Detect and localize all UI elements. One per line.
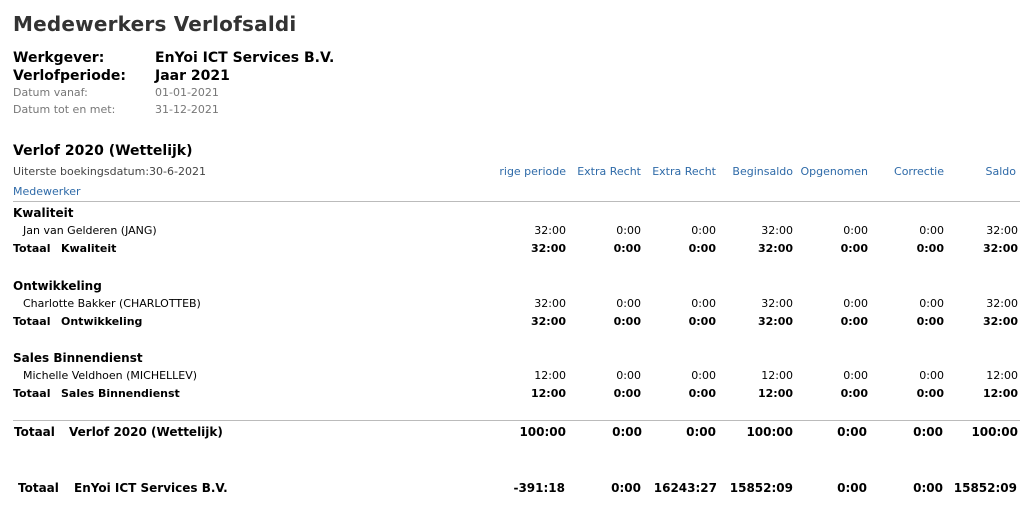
column-header-saldo: Saldo bbox=[985, 165, 1017, 178]
group-total-label: Totaal bbox=[13, 242, 51, 255]
datum-tot-value: 31-12-2021 bbox=[155, 103, 219, 116]
total-beginsaldo: 32:00 bbox=[757, 242, 793, 255]
section-total-correctie: 0:00 bbox=[913, 425, 943, 439]
employee-name: Charlotte Bakker (CHARLOTTEB) bbox=[23, 297, 201, 310]
werkgever-label: Werkgever: bbox=[13, 50, 105, 66]
total-opgenomen: 0:00 bbox=[840, 242, 868, 255]
column-header-vorige-periode: rige periode bbox=[499, 165, 566, 178]
section-title: Verlof 2020 (Wettelijk) bbox=[13, 143, 193, 159]
grand-total-saldo: 15852:09 bbox=[953, 481, 1017, 495]
group-total-label: Totaal bbox=[13, 315, 51, 328]
cell-vorige-periode: 12:00 bbox=[534, 369, 566, 382]
employee-name: Michelle Veldhoen (MICHELLEV) bbox=[23, 369, 198, 382]
total-vorige-periode: 32:00 bbox=[530, 315, 566, 328]
section-total-name: Verlof 2020 (Wettelijk) bbox=[69, 425, 223, 439]
cell-correctie: 0:00 bbox=[919, 224, 944, 237]
total-extra-recht-1: 0:00 bbox=[613, 387, 641, 400]
column-header-opgenomen: Opgenomen bbox=[800, 165, 868, 178]
header-divider bbox=[13, 201, 1020, 202]
section-total-opgenomen: 0:00 bbox=[837, 425, 867, 439]
grand-total-extra-recht-2: 16243:27 bbox=[653, 481, 717, 495]
group-title: Kwaliteit bbox=[13, 206, 74, 220]
total-extra-recht-2: 0:00 bbox=[688, 387, 716, 400]
group-title: Ontwikkeling bbox=[13, 279, 102, 293]
datum-vanaf-value: 01-01-2021 bbox=[155, 86, 219, 99]
cell-extra-recht-1: 0:00 bbox=[616, 369, 641, 382]
grand-total-label: Totaal bbox=[18, 481, 59, 495]
total-extra-recht-1: 0:00 bbox=[613, 242, 641, 255]
total-beginsaldo: 32:00 bbox=[757, 315, 793, 328]
cell-saldo: 12:00 bbox=[986, 369, 1018, 382]
cell-extra-recht-1: 0:00 bbox=[616, 297, 641, 310]
section-total-saldo: 100:00 bbox=[971, 425, 1018, 439]
section-total-label: Totaal bbox=[14, 425, 55, 439]
cell-extra-recht-2: 0:00 bbox=[691, 297, 716, 310]
cell-beginsaldo: 32:00 bbox=[761, 297, 793, 310]
total-correctie: 0:00 bbox=[916, 315, 944, 328]
section-total-divider bbox=[13, 420, 1020, 421]
group-title: Sales Binnendienst bbox=[13, 351, 143, 365]
section-total-extra-recht-2: 0:00 bbox=[686, 425, 716, 439]
werkgever-value: EnYoi ICT Services B.V. bbox=[155, 50, 335, 66]
total-vorige-periode: 12:00 bbox=[530, 387, 566, 400]
total-extra-recht-2: 0:00 bbox=[688, 242, 716, 255]
cell-extra-recht-1: 0:00 bbox=[616, 224, 641, 237]
cell-correctie: 0:00 bbox=[919, 369, 944, 382]
section-total-vorige-periode: 100:00 bbox=[519, 425, 566, 439]
group-total-name: Kwaliteit bbox=[61, 242, 117, 255]
column-header-extra-recht-1: Extra Recht bbox=[577, 165, 641, 178]
datum-tot-label: Datum tot en met: bbox=[13, 103, 116, 116]
total-extra-recht-1: 0:00 bbox=[613, 315, 641, 328]
cell-vorige-periode: 32:00 bbox=[534, 297, 566, 310]
column-header-extra-recht-2: Extra Recht bbox=[652, 165, 716, 178]
cell-correctie: 0:00 bbox=[919, 297, 944, 310]
employee-name: Jan van Gelderen (JANG) bbox=[23, 224, 157, 237]
cell-saldo: 32:00 bbox=[986, 297, 1018, 310]
group-total-name: Sales Binnendienst bbox=[61, 387, 180, 400]
section-total-beginsaldo: 100:00 bbox=[746, 425, 793, 439]
total-saldo: 32:00 bbox=[982, 315, 1018, 328]
total-correctie: 0:00 bbox=[916, 387, 944, 400]
cell-extra-recht-2: 0:00 bbox=[691, 369, 716, 382]
cell-beginsaldo: 32:00 bbox=[761, 224, 793, 237]
total-extra-recht-2: 0:00 bbox=[688, 315, 716, 328]
total-opgenomen: 0:00 bbox=[840, 387, 868, 400]
grand-total-vorige-periode: -391:18 bbox=[513, 481, 565, 495]
grand-total-beginsaldo: 15852:09 bbox=[729, 481, 793, 495]
total-beginsaldo: 12:00 bbox=[757, 387, 793, 400]
group-total-name: Ontwikkeling bbox=[61, 315, 143, 328]
verlofperiode-value: Jaar 2021 bbox=[155, 68, 230, 84]
boekingsdatum-note: Uiterste boekingsdatum:30-6-2021 bbox=[13, 165, 206, 178]
total-correctie: 0:00 bbox=[916, 242, 944, 255]
column-header-beginsaldo: Beginsaldo bbox=[732, 165, 793, 178]
cell-opgenomen: 0:00 bbox=[843, 369, 868, 382]
section-total-extra-recht-1: 0:00 bbox=[612, 425, 642, 439]
total-saldo: 12:00 bbox=[982, 387, 1018, 400]
grand-total-name: EnYoi ICT Services B.V. bbox=[74, 481, 228, 495]
cell-beginsaldo: 12:00 bbox=[761, 369, 793, 382]
total-opgenomen: 0:00 bbox=[840, 315, 868, 328]
total-vorige-periode: 32:00 bbox=[530, 242, 566, 255]
verlofperiode-label: Verlofperiode: bbox=[13, 68, 126, 84]
column-header-medewerker: Medewerker bbox=[13, 185, 81, 198]
cell-opgenomen: 0:00 bbox=[843, 224, 868, 237]
datum-vanaf-label: Datum vanaf: bbox=[13, 86, 88, 99]
grand-total-extra-recht-1: 0:00 bbox=[611, 481, 641, 495]
total-saldo: 32:00 bbox=[982, 242, 1018, 255]
column-header-correctie: Correctie bbox=[894, 165, 944, 178]
group-total-label: Totaal bbox=[13, 387, 51, 400]
cell-vorige-periode: 32:00 bbox=[534, 224, 566, 237]
cell-saldo: 32:00 bbox=[986, 224, 1018, 237]
page-title: Medewerkers Verlofsaldi bbox=[13, 12, 297, 36]
grand-total-opgenomen: 0:00 bbox=[837, 481, 867, 495]
cell-opgenomen: 0:00 bbox=[843, 297, 868, 310]
cell-extra-recht-2: 0:00 bbox=[691, 224, 716, 237]
grand-total-correctie: 0:00 bbox=[913, 481, 943, 495]
